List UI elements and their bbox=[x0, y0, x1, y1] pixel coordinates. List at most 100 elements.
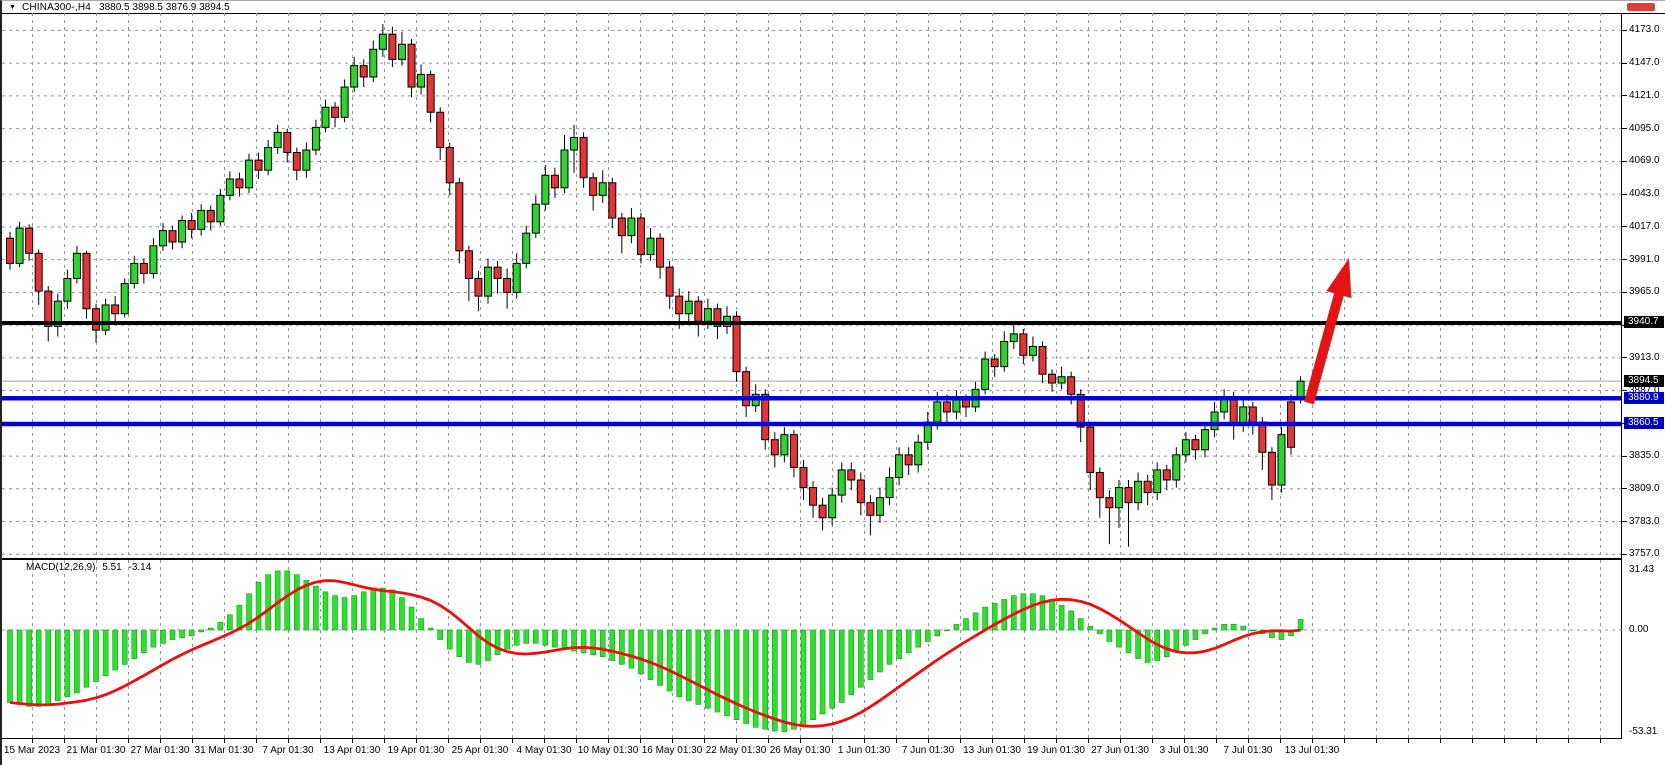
candle-bear bbox=[609, 183, 616, 218]
price-label: 4017.0 bbox=[1629, 221, 1660, 232]
candle-bull bbox=[1010, 334, 1017, 342]
macd-bar bbox=[1250, 630, 1255, 631]
macd-bar bbox=[189, 630, 194, 636]
candle-bear bbox=[332, 107, 339, 117]
candle-bear bbox=[7, 238, 14, 263]
candle-bear bbox=[456, 183, 463, 251]
price-axis[interactable]: 3757.03783.03809.03835.03887.03913.03965… bbox=[1622, 1, 1665, 765]
time-tick bbox=[736, 739, 737, 743]
candle-bull bbox=[915, 442, 922, 465]
macd-bar bbox=[55, 630, 60, 701]
time-tick bbox=[1280, 739, 1281, 743]
time-tick bbox=[672, 739, 673, 743]
macd-bar bbox=[791, 630, 796, 729]
macd-bar bbox=[1241, 626, 1246, 630]
macd-bar bbox=[935, 630, 940, 636]
macd-bar bbox=[667, 630, 672, 691]
macd-bar bbox=[17, 630, 22, 704]
macd-bar bbox=[36, 630, 41, 706]
candle-bear bbox=[1259, 422, 1266, 452]
macd-bar bbox=[122, 630, 127, 664]
candle-bull bbox=[265, 148, 272, 171]
macd-bar bbox=[954, 624, 959, 630]
candle-bull bbox=[1173, 455, 1180, 480]
candle-bull bbox=[876, 498, 883, 516]
candle-bear bbox=[169, 231, 176, 242]
candle-bear bbox=[857, 480, 864, 503]
price-label: 3757.0 bbox=[1629, 548, 1660, 559]
macd-bar bbox=[916, 630, 921, 647]
macd-bar bbox=[94, 630, 99, 682]
candle-bear bbox=[360, 66, 367, 77]
candle-bull bbox=[829, 495, 836, 518]
time-tick bbox=[1120, 739, 1121, 743]
macd-bar bbox=[170, 630, 175, 640]
candle-bear bbox=[637, 218, 644, 255]
macd-bar bbox=[333, 596, 338, 630]
time-tick bbox=[288, 739, 289, 743]
candle-bull bbox=[274, 132, 281, 147]
candle-bull bbox=[303, 150, 310, 170]
candle-bear bbox=[494, 267, 501, 278]
candle-bear bbox=[475, 278, 482, 296]
candle-bear bbox=[1125, 488, 1132, 503]
time-tick bbox=[1152, 739, 1153, 743]
candle-bull bbox=[628, 218, 635, 236]
macd-bar bbox=[1078, 619, 1083, 630]
candle-bear bbox=[1096, 472, 1103, 497]
time-tick bbox=[896, 739, 897, 743]
time-label: 13 Apr 01:30 bbox=[324, 745, 381, 756]
time-axis[interactable]: 15 Mar 202321 Mar 01:3027 Mar 01:3031 Ma… bbox=[2, 739, 1622, 765]
candle-bear bbox=[255, 160, 262, 170]
macd-bar bbox=[715, 630, 720, 712]
macd-bar bbox=[466, 630, 471, 662]
candle-bear bbox=[657, 238, 664, 267]
candle-bull bbox=[73, 253, 80, 278]
time-tick bbox=[640, 739, 641, 743]
macd-bar bbox=[103, 630, 108, 676]
macd-bar bbox=[925, 630, 930, 641]
time-tick bbox=[352, 739, 353, 743]
macd-bar bbox=[1088, 626, 1093, 630]
time-tick bbox=[704, 739, 705, 743]
time-label: 19 Apr 01:30 bbox=[388, 745, 445, 756]
candle-bear bbox=[83, 253, 90, 308]
macd-bar bbox=[677, 630, 682, 697]
macd-bar bbox=[390, 590, 395, 630]
price-tick bbox=[1622, 488, 1627, 489]
time-tick bbox=[128, 739, 129, 743]
candle-bull bbox=[312, 127, 319, 150]
macd-bar bbox=[151, 630, 156, 647]
candle-bull bbox=[418, 74, 425, 87]
macd-bar bbox=[8, 630, 13, 703]
macd-bar bbox=[285, 571, 290, 630]
price-line-badge-3940.7: 3940.7 bbox=[1624, 316, 1664, 328]
candle-bear bbox=[743, 372, 750, 406]
candle-bear bbox=[943, 402, 950, 412]
macd-bar bbox=[1222, 624, 1227, 630]
macd-bar bbox=[113, 630, 118, 670]
macd-bar bbox=[27, 630, 32, 706]
candle-bear bbox=[762, 394, 769, 439]
candle-bear bbox=[188, 221, 195, 230]
macd-bar bbox=[801, 630, 806, 725]
candle-bear bbox=[819, 505, 826, 518]
candle-bear bbox=[504, 278, 511, 292]
macd-bar bbox=[591, 630, 596, 655]
macd-bar bbox=[1021, 594, 1026, 630]
candle-bull bbox=[121, 284, 128, 314]
candle-bull bbox=[523, 233, 530, 263]
candle-bear bbox=[590, 178, 597, 196]
price-tick bbox=[1622, 226, 1627, 227]
price-tick bbox=[1622, 292, 1627, 293]
macd-bar bbox=[734, 630, 739, 720]
price-label: 4043.0 bbox=[1629, 188, 1660, 199]
macd-bar bbox=[84, 630, 89, 687]
candle-bull bbox=[1211, 412, 1218, 430]
candle-bear bbox=[1144, 481, 1151, 492]
time-tick bbox=[1536, 739, 1537, 743]
macd-bar bbox=[380, 588, 385, 630]
symbol-dropdown-icon[interactable]: ▼ bbox=[9, 4, 16, 11]
time-tick bbox=[320, 739, 321, 743]
macd-bar bbox=[600, 630, 605, 657]
